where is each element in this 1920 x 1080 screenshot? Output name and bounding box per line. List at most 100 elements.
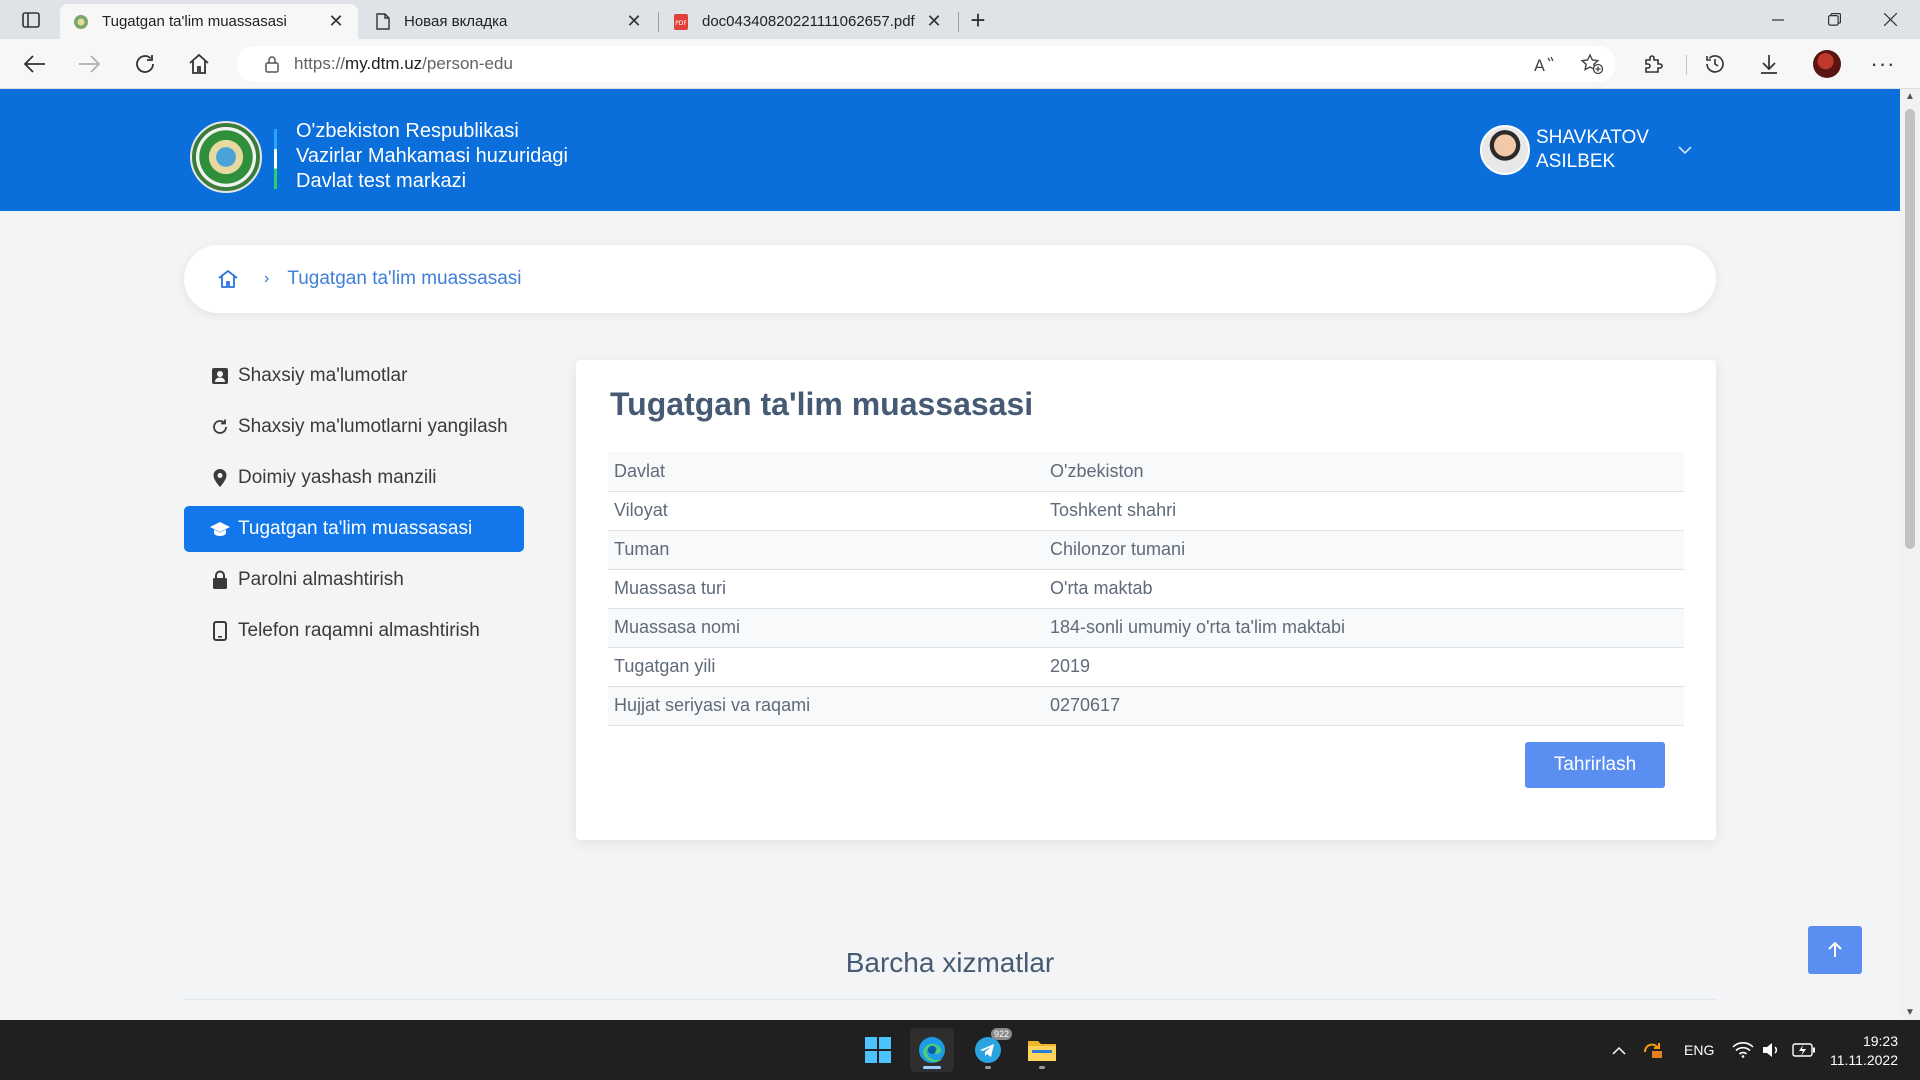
profile-avatar: [1813, 50, 1841, 78]
sidebar-item-education[interactable]: Tugatgan ta'lim muassasasi: [184, 506, 524, 552]
tab-actions-menu-button[interactable]: [14, 8, 48, 32]
active-app-indicator: [923, 1066, 941, 1069]
volume-icon[interactable]: [1762, 1020, 1782, 1080]
sidebar-item-label: Tugatgan ta'lim muassasasi: [238, 518, 473, 539]
tab-close-icon[interactable]: ✕: [624, 11, 644, 32]
tab-close-icon[interactable]: ✕: [924, 11, 944, 32]
sidebar-item-change-phone[interactable]: Telefon raqamni almashtirish: [184, 608, 524, 654]
page-title: Tugatgan ta'lim muassasasi: [610, 386, 1034, 422]
state-emblem-logo[interactable]: [190, 121, 262, 193]
url-text: https://my.dtm.uz/person-edu: [294, 54, 513, 73]
arrow-left-icon: [24, 55, 45, 73]
table-row: Tuman Chilonzor tumani: [608, 530, 1684, 570]
downloads-button[interactable]: [1752, 48, 1786, 80]
battery-icon[interactable]: [1792, 1020, 1816, 1080]
row-value: O'rta maktab: [1044, 569, 1684, 609]
scrollbar-thumb[interactable]: [1905, 109, 1915, 549]
org-line-3: Davlat test markazi: [296, 170, 467, 192]
pdf-icon: PDF: [672, 13, 690, 31]
sidebar-item-change-password[interactable]: Parolni almashtirish: [184, 557, 524, 603]
back-button[interactable]: [18, 48, 52, 80]
page-viewport: O'zbekiston Respublikasi Vazirlar Mahkam…: [0, 89, 1900, 1020]
page-icon: [374, 13, 392, 31]
chevron-up-icon: [1612, 1046, 1626, 1055]
home-icon: [189, 53, 209, 74]
refresh-icon: [210, 414, 230, 440]
row-value: 184-sonli umumiy o'rta ta'lim maktabi: [1044, 608, 1684, 648]
tab-new-tab[interactable]: Новая вкладка ✕: [362, 4, 656, 39]
table-row: Muassasa turi O'rta maktab: [608, 569, 1684, 609]
taskbar-file-explorer[interactable]: [1020, 1028, 1064, 1072]
user-menu[interactable]: SHAVKATOV ASILBEK: [1480, 125, 1692, 175]
org-line-2: Vazirlar Mahkamasi huzuridagi: [296, 145, 568, 167]
tab-tugatgan[interactable]: Tugatgan ta'lim muassasasi ✕: [60, 4, 358, 39]
flag-stripe: [274, 129, 277, 189]
show-hidden-icons-button[interactable]: [1612, 1020, 1626, 1080]
language-indicator[interactable]: ENG: [1684, 1020, 1714, 1080]
scroll-to-top-button[interactable]: [1808, 926, 1862, 974]
sidebar-item-update-personal-data[interactable]: Shaxsiy ma'lumotlarni yangilash: [184, 404, 524, 450]
history-button[interactable]: [1698, 48, 1732, 80]
profile-button[interactable]: [1810, 48, 1844, 80]
services-heading: Barcha xizmatlar: [845, 947, 1055, 978]
puzzle-icon: [1645, 55, 1663, 73]
browser-toolbar: https://my.dtm.uz/person-edu A ···: [0, 39, 1920, 89]
home-icon[interactable]: [214, 265, 242, 293]
row-key: Hujjat seriyasi va raqami: [608, 686, 1044, 726]
row-key: Davlat: [608, 452, 1044, 492]
edit-button[interactable]: Tahrirlash: [1525, 742, 1665, 788]
more-dots-icon: ···: [1870, 51, 1896, 76]
education-card: Tugatgan ta'lim muassasasi Davlat O'zbeki…: [576, 360, 1716, 840]
folder-icon: [1028, 1041, 1056, 1061]
star-plus-icon: [1580, 53, 1604, 75]
lock-icon[interactable]: [254, 55, 290, 73]
sidebar-item-personal-data[interactable]: Shaxsiy ma'lumotlar: [184, 353, 524, 399]
taskbar-edge[interactable]: [910, 1028, 954, 1072]
close-icon: [1883, 13, 1897, 26]
scroll-up-arrow-icon[interactable]: ▲: [1904, 91, 1916, 102]
home-button[interactable]: [182, 48, 216, 80]
tab-separator: [958, 12, 959, 32]
site-header: O'zbekiston Respublikasi Vazirlar Mahkam…: [0, 89, 1900, 211]
settings-more-button[interactable]: ···: [1866, 48, 1900, 80]
sidebar-item-permanent-address[interactable]: Doimiy yashash manzili: [184, 455, 524, 501]
phone-icon: [210, 618, 230, 644]
minimize-icon: [1772, 18, 1784, 21]
map-pin-icon: [210, 465, 230, 491]
restore-icon: [1827, 13, 1841, 26]
new-tab-button[interactable]: +: [964, 5, 992, 35]
start-button[interactable]: [856, 1028, 900, 1072]
read-aloud-button[interactable]: A: [1528, 48, 1560, 80]
restore-button[interactable]: [1806, 0, 1862, 39]
wifi-icon[interactable]: [1732, 1020, 1754, 1080]
breadcrumb: › Tugatgan ta'lim muassasasi: [184, 245, 1716, 313]
scroll-down-arrow-icon[interactable]: ▼: [1904, 1007, 1916, 1018]
read-aloud-icon: A: [1534, 56, 1554, 73]
edge-browser-icon: [919, 1037, 945, 1063]
close-window-button[interactable]: [1862, 0, 1918, 39]
page-scrollbar[interactable]: ▲ ▼: [1900, 89, 1920, 1020]
table-row: Davlat O'zbekiston: [608, 452, 1684, 492]
extensions-button[interactable]: [1636, 48, 1670, 80]
tab-close-icon[interactable]: ✕: [326, 11, 346, 32]
windows-logo-icon: [865, 1037, 891, 1063]
row-value: Chilonzor tumani: [1044, 530, 1684, 570]
refresh-button[interactable]: [128, 48, 162, 80]
minimize-button[interactable]: [1750, 0, 1806, 39]
site-brand[interactable]: O'zbekiston Respublikasi Vazirlar Mahkam…: [296, 119, 568, 194]
sidebar-nav: Shaxsiy ma'lumotlar Shaxsiy ma'lumotlarn…: [184, 353, 524, 659]
system-clock[interactable]: 19:23 11.11.2022: [1826, 1032, 1898, 1070]
lock-icon: [210, 567, 230, 593]
add-favorite-button[interactable]: [1576, 48, 1608, 80]
forward-button[interactable]: [72, 48, 106, 80]
tray-update-icon[interactable]: [1642, 1020, 1664, 1080]
clock-date: 11.11.2022: [1830, 1052, 1898, 1068]
user-first-name: ASILBEK: [1536, 151, 1616, 172]
address-bar[interactable]: https://my.dtm.uz/person-edu A: [236, 46, 1616, 82]
tab-pdf[interactable]: PDF doc04340820221111062657.pdf ✕: [660, 4, 956, 39]
chevron-down-icon[interactable]: [1674, 139, 1696, 161]
svg-text:A: A: [1534, 56, 1545, 73]
services-divider: [184, 999, 1716, 1000]
row-value: 2019: [1044, 647, 1684, 687]
taskbar-telegram[interactable]: 922: [966, 1028, 1012, 1072]
